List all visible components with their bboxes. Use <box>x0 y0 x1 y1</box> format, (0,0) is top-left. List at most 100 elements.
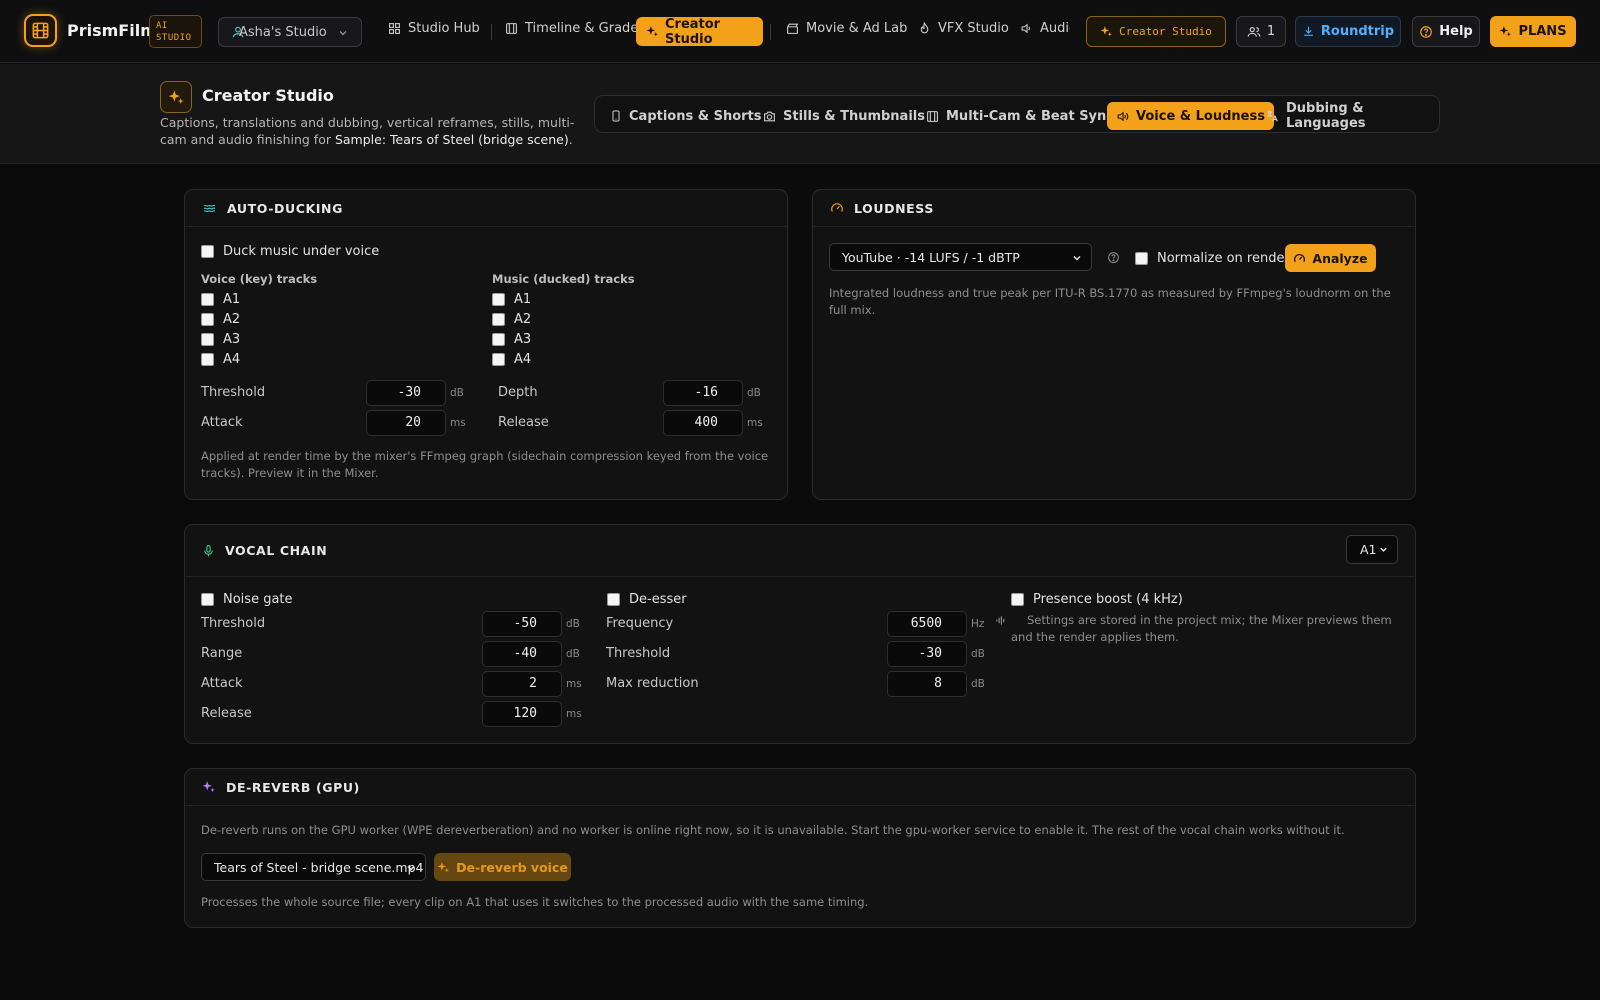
creator-studio-tag-label: Creator Studio <box>1119 25 1212 38</box>
tab-multicam-beatsync[interactable]: Multi-Cam & Beat Sync <box>917 102 1123 130</box>
track-label: A4 <box>223 352 241 367</box>
vocal-track-select[interactable]: A1 <box>1346 535 1398 564</box>
gauge-icon <box>1293 252 1306 265</box>
nav-studio-hub-label: Studio Hub <box>408 21 480 36</box>
checkbox-box[interactable] <box>1135 252 1148 265</box>
ng-release-input[interactable]: 120 <box>482 701 562 727</box>
help-button[interactable]: Help <box>1412 16 1480 47</box>
sparkles-icon <box>437 861 450 874</box>
unit-label: ms <box>566 678 582 690</box>
tab-label: Captions & Shorts <box>629 108 762 124</box>
page-title: Creator Studio <box>202 86 334 105</box>
sparkles-icon <box>1100 25 1113 38</box>
noise-gate-checkbox[interactable]: Noise gate <box>201 592 293 607</box>
phone-icon <box>610 109 622 123</box>
track-label: A4 <box>514 352 532 367</box>
tab-dubbing-languages[interactable]: Dubbing & Languages <box>1256 101 1439 131</box>
nav-audio[interactable]: Audic <box>1020 21 1070 36</box>
source-file-select[interactable]: Tears of Steel - bridge scene.mp4 <box>201 853 426 881</box>
checkbox-box[interactable] <box>1011 593 1024 606</box>
roundtrip-button[interactable]: Roundtrip <box>1295 16 1401 47</box>
de-threshold-input[interactable]: -30 <box>887 641 967 667</box>
waves-icon <box>202 202 217 215</box>
presence-boost-checkbox[interactable]: Presence boost (4 kHz) <box>1011 592 1183 607</box>
help-circle-icon[interactable] <box>1107 251 1120 264</box>
tab-label: Voice & Loudness <box>1136 108 1265 124</box>
release-input[interactable]: 400 <box>663 410 743 436</box>
checkbox-box[interactable] <box>201 293 214 306</box>
ng-release-label: Release <box>201 706 252 721</box>
dereverb-voice-button[interactable]: De-reverb voice <box>434 853 571 881</box>
voice-track-a3-checkbox[interactable]: A3 <box>201 332 240 347</box>
ai-studio-badge: AI STUDIO <box>149 15 202 48</box>
deesser-checkbox[interactable]: De-esser <box>607 592 687 607</box>
checkbox-box[interactable] <box>201 353 214 366</box>
music-track-a4-checkbox[interactable]: A4 <box>492 352 531 367</box>
threshold-input[interactable]: -30 <box>366 380 446 406</box>
unit-label: ms <box>747 417 763 429</box>
dereverb-warning: De-reverb runs on the GPU worker (WPE de… <box>201 823 1345 837</box>
loudness-preset-select[interactable]: YouTube · -14 LUFS / -1 dBTP <box>829 243 1092 271</box>
normalize-checkbox[interactable]: Normalize on render <box>1135 251 1290 266</box>
nav-studio-hub[interactable]: Studio Hub <box>388 21 480 36</box>
de-frequency-input[interactable]: 6500 <box>887 611 967 637</box>
ng-threshold-input[interactable]: -50 <box>482 611 562 637</box>
tab-captions-shorts[interactable]: Captions & Shorts <box>601 102 771 130</box>
speaker-icon <box>1020 22 1033 35</box>
noise-gate-label: Noise gate <box>223 592 293 607</box>
checkbox-box[interactable] <box>201 245 214 258</box>
music-track-a1-checkbox[interactable]: A1 <box>492 292 531 307</box>
music-tracks-label: Music (ducked) tracks <box>492 272 635 286</box>
checkbox-box[interactable] <box>201 313 214 326</box>
de-max-reduction-input[interactable]: 8 <box>887 671 967 697</box>
plans-button[interactable]: PLANS <box>1490 16 1576 47</box>
de-threshold-label: Threshold <box>606 646 671 661</box>
chevron-down-icon <box>1071 252 1083 264</box>
nav-creator-studio[interactable]: Creator Studio <box>636 17 763 47</box>
duck-music-checkbox[interactable]: Duck music under voice <box>201 244 379 259</box>
source-file-value: Tears of Steel - bridge scene.mp4 <box>214 859 424 875</box>
attack-input[interactable]: 20 <box>366 410 446 436</box>
tab-stills-thumbnails[interactable]: Stills & Thumbnails <box>754 102 934 130</box>
checkbox-box[interactable] <box>492 333 505 346</box>
voice-track-a2-checkbox[interactable]: A2 <box>201 312 240 327</box>
collaborators-button[interactable]: 1 <box>1236 16 1286 47</box>
preset-value: YouTube · -14 LUFS / -1 dBTP <box>842 249 1020 265</box>
brand-name: PrismFilm <box>67 21 157 40</box>
loudness-header: LOUDNESS <box>813 190 1415 227</box>
checkbox-box[interactable] <box>492 353 505 366</box>
normalize-label: Normalize on render <box>1157 251 1290 266</box>
download-icon <box>1302 25 1315 38</box>
analyze-button[interactable]: Analyze <box>1285 244 1376 272</box>
voice-track-a4-checkbox[interactable]: A4 <box>201 352 240 367</box>
tab-label: Multi-Cam & Beat Sync <box>946 108 1114 124</box>
nav-vfx-studio[interactable]: VFX Studio <box>918 21 1009 36</box>
checkbox-box[interactable] <box>201 333 214 346</box>
studio-select[interactable]: Asha's Studio <box>218 17 362 47</box>
nav-movie-lab[interactable]: Movie & Ad Lab <box>786 21 907 36</box>
checkbox-box[interactable] <box>201 593 214 606</box>
voice-track-a1-checkbox[interactable]: A1 <box>201 292 240 307</box>
studio-select-label: Asha's Studio <box>239 24 327 40</box>
clapper-icon <box>786 22 799 35</box>
creator-studio-tag-button[interactable]: Creator Studio <box>1086 16 1226 47</box>
tab-voice-loudness[interactable]: Voice & Loudness <box>1107 102 1274 130</box>
ng-attack-input[interactable]: 2 <box>482 671 562 697</box>
ng-range-input[interactable]: -40 <box>482 641 562 667</box>
track-label: A1 <box>514 292 532 307</box>
nav-timeline[interactable]: Timeline & Grade <box>505 21 638 36</box>
desc-suffix: . <box>568 132 573 147</box>
camera-icon <box>763 110 776 123</box>
vocal-chain-title: VOCAL CHAIN <box>225 543 328 558</box>
music-track-a3-checkbox[interactable]: A3 <box>492 332 531 347</box>
checkbox-box[interactable] <box>492 313 505 326</box>
nav-audio-label: Audic <box>1040 21 1070 36</box>
music-track-a2-checkbox[interactable]: A2 <box>492 312 531 327</box>
checkbox-box[interactable] <box>607 593 620 606</box>
depth-input[interactable]: -16 <box>663 380 743 406</box>
film-logo-icon[interactable] <box>24 14 57 47</box>
project-name: Sample: Tears of Steel (bridge scene) <box>334 132 569 147</box>
checkbox-box[interactable] <box>492 293 505 306</box>
ng-range-label: Range <box>201 646 243 661</box>
chevron-down-icon <box>1378 544 1389 555</box>
